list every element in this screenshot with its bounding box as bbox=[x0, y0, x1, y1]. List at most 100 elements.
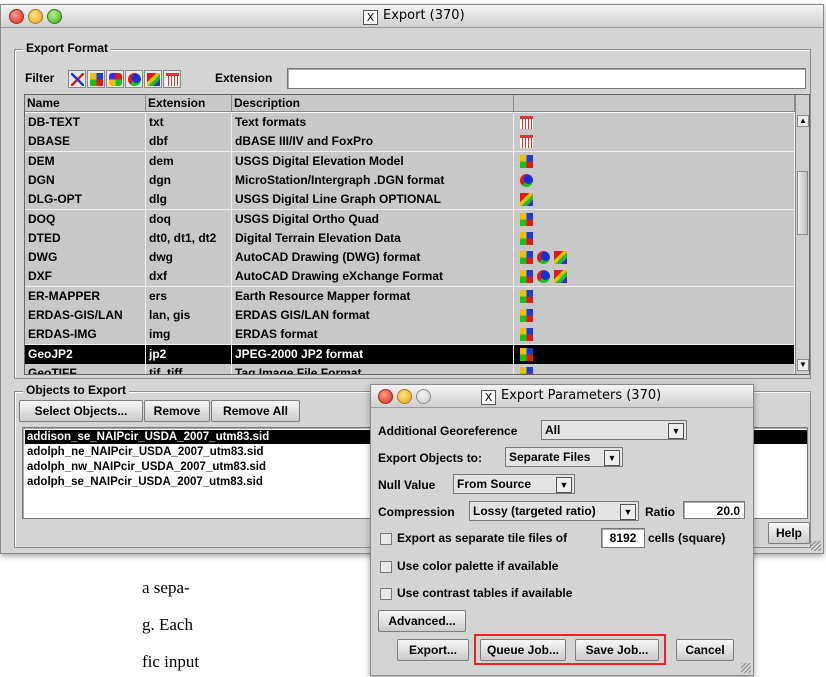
minimize-window-icon[interactable] bbox=[28, 9, 43, 24]
filter-cad-icon[interactable] bbox=[144, 70, 162, 88]
filter-all-formats-icon[interactable] bbox=[68, 70, 86, 88]
cad-format-icon bbox=[554, 251, 567, 265]
column-header-name[interactable]: Name bbox=[25, 95, 146, 112]
cell-description: Earth Resource Mapper format bbox=[232, 286, 514, 306]
close-window-icon[interactable] bbox=[9, 9, 24, 24]
cell-extension: dgn bbox=[146, 170, 232, 190]
cell-format-type bbox=[514, 132, 795, 152]
table-row[interactable]: DBASE dbf dBASE III/IV and FoxPro bbox=[25, 132, 795, 153]
cell-extension: dt0, dt1, dt2 bbox=[146, 228, 232, 248]
x11-icon: X bbox=[363, 10, 378, 25]
cancel-button[interactable]: Cancel bbox=[676, 639, 734, 661]
chevron-down-icon: ▼ bbox=[604, 450, 620, 466]
remove-all-button[interactable]: Remove All bbox=[211, 400, 300, 422]
table-row[interactable]: DWG dwg AutoCAD Drawing (DWG) format bbox=[25, 248, 795, 269]
table-row[interactable]: ERDAS-GIS/LAN lan, gis ERDAS GIS/LAN forma… bbox=[25, 306, 795, 326]
list-item[interactable]: adolph_nw_NAIPcir_USDA_2007_utm83.sid bbox=[25, 460, 266, 474]
table-row[interactable]: DEM dem USGS Digital Elevation Model bbox=[25, 151, 795, 172]
remove-button[interactable]: Remove bbox=[144, 400, 210, 422]
ratio-input[interactable]: 20.0 bbox=[683, 501, 745, 519]
cell-format-type bbox=[514, 325, 795, 345]
filter-raster-vector-icon[interactable] bbox=[106, 70, 124, 88]
scroll-thumb[interactable] bbox=[797, 171, 808, 235]
zoom-window-icon[interactable] bbox=[47, 9, 62, 24]
column-header-description[interactable]: Description bbox=[232, 95, 514, 112]
format-scrollbar[interactable]: ▲ ▼ bbox=[795, 95, 809, 374]
compression-select[interactable]: Lossy (targeted ratio) ▼ bbox=[469, 501, 639, 521]
cell-name: GeoJP2 bbox=[25, 344, 146, 364]
cell-format-type bbox=[514, 363, 795, 374]
vector-format-icon bbox=[520, 173, 533, 187]
scroll-down-icon[interactable]: ▼ bbox=[797, 359, 809, 371]
compression-label: Compression bbox=[378, 505, 455, 519]
georeference-label: Additional Georeference bbox=[378, 424, 518, 438]
table-row[interactable]: GeoTIFF tif, tiff Tag Image File Format bbox=[25, 363, 795, 374]
cell-description: USGS Digital Line Graph OPTIONAL bbox=[232, 190, 514, 210]
ratio-label: Ratio bbox=[645, 505, 675, 519]
table-row[interactable]: DLG-OPT dlg USGS Digital Line Graph OPTION… bbox=[25, 190, 795, 211]
export-format-label: Export Format bbox=[23, 41, 112, 55]
table-row[interactable]: GeoJP2 jp2 JPEG-2000 JP2 format bbox=[25, 344, 795, 365]
export-button[interactable]: Export... bbox=[397, 639, 469, 661]
list-item[interactable]: adolph_se_NAIPcir_USDA_2007_utm83.sid bbox=[25, 475, 263, 489]
cell-format-type bbox=[514, 228, 795, 248]
cell-description: ERDAS format bbox=[232, 325, 514, 345]
text-format-icon bbox=[165, 73, 179, 86]
scroll-up-icon[interactable]: ▲ bbox=[797, 115, 809, 127]
advanced-button[interactable]: Advanced... bbox=[378, 610, 466, 632]
filter-text-database-icon[interactable] bbox=[163, 70, 181, 88]
save-job-button[interactable]: Save Job... bbox=[575, 639, 659, 661]
params-minimize-icon[interactable] bbox=[397, 389, 412, 404]
column-header-extension[interactable]: Extension bbox=[146, 95, 232, 112]
extension-label: Extension bbox=[215, 71, 273, 85]
table-row[interactable]: DB-TEXT txt Text formats bbox=[25, 113, 795, 133]
color-palette-checkbox[interactable] bbox=[380, 561, 392, 573]
cad-format-icon bbox=[146, 73, 160, 86]
cell-name: GeoTIFF bbox=[25, 363, 146, 374]
contrast-tables-label: Use contrast tables if available bbox=[397, 586, 573, 600]
text-format-icon bbox=[520, 135, 533, 149]
tile-size-input[interactable]: 8192 bbox=[601, 528, 645, 548]
cell-format-type bbox=[514, 344, 795, 364]
table-row[interactable]: DOQ doq USGS Digital Ortho Quad bbox=[25, 209, 795, 230]
contrast-tables-checkbox[interactable] bbox=[380, 588, 392, 600]
table-row[interactable]: ERDAS-IMG img ERDAS format bbox=[25, 325, 795, 346]
table-row[interactable]: DTED dt0, dt1, dt2 Digital Terrain Elevati… bbox=[25, 228, 795, 249]
chevron-down-icon: ▼ bbox=[556, 477, 572, 493]
extension-input[interactable] bbox=[287, 68, 806, 89]
filter-vector-icon[interactable] bbox=[125, 70, 143, 88]
cell-extension: tif, tiff bbox=[146, 363, 232, 374]
cell-name: ER-MAPPER bbox=[25, 286, 146, 306]
queue-job-button[interactable]: Queue Job... bbox=[480, 639, 566, 661]
cell-name: ERDAS-IMG bbox=[25, 325, 146, 345]
table-row[interactable]: DXF dxf AutoCAD Drawing eXchange Format bbox=[25, 267, 795, 288]
cell-name: DOQ bbox=[25, 209, 146, 229]
raster-format-icon bbox=[520, 212, 533, 226]
separate-tiles-checkbox[interactable] bbox=[380, 533, 392, 545]
params-close-icon[interactable] bbox=[378, 389, 393, 404]
raster-format-icon bbox=[520, 309, 533, 322]
cell-name: DEM bbox=[25, 151, 146, 171]
cell-format-type bbox=[514, 209, 795, 229]
cell-name: DGN bbox=[25, 170, 146, 190]
list-item[interactable]: adolph_ne_NAIPcir_USDA_2007_utm83.sid bbox=[25, 445, 263, 459]
cell-extension: dem bbox=[146, 151, 232, 171]
resize-grip-icon[interactable] bbox=[741, 663, 751, 673]
null-value-select[interactable]: From Source ▼ bbox=[453, 474, 575, 494]
separate-tiles-label-b: cells (square) bbox=[648, 531, 726, 545]
select-objects-button[interactable]: Select Objects... bbox=[19, 400, 143, 422]
help-button[interactable]: Help bbox=[768, 522, 810, 544]
page-text-line-2: g. Each bbox=[142, 615, 193, 634]
table-row[interactable]: ER-MAPPER ers Earth Resource Mapper format bbox=[25, 286, 795, 307]
params-zoom-icon[interactable] bbox=[416, 389, 431, 404]
table-row[interactable]: DGN dgn MicroStation/Intergraph .DGN forma… bbox=[25, 170, 795, 191]
export-objects-select[interactable]: Separate Files ▼ bbox=[505, 447, 623, 467]
cell-description: Text formats bbox=[232, 113, 514, 132]
georeference-select[interactable]: All ▼ bbox=[541, 420, 687, 440]
cell-extension: dlg bbox=[146, 190, 232, 210]
null-value-value: From Source bbox=[457, 477, 532, 491]
raster-format-icon bbox=[520, 154, 533, 168]
cell-description: dBASE III/IV and FoxPro bbox=[232, 132, 514, 152]
filter-raster-icon[interactable] bbox=[87, 70, 105, 88]
resize-grip-icon[interactable] bbox=[811, 541, 821, 551]
